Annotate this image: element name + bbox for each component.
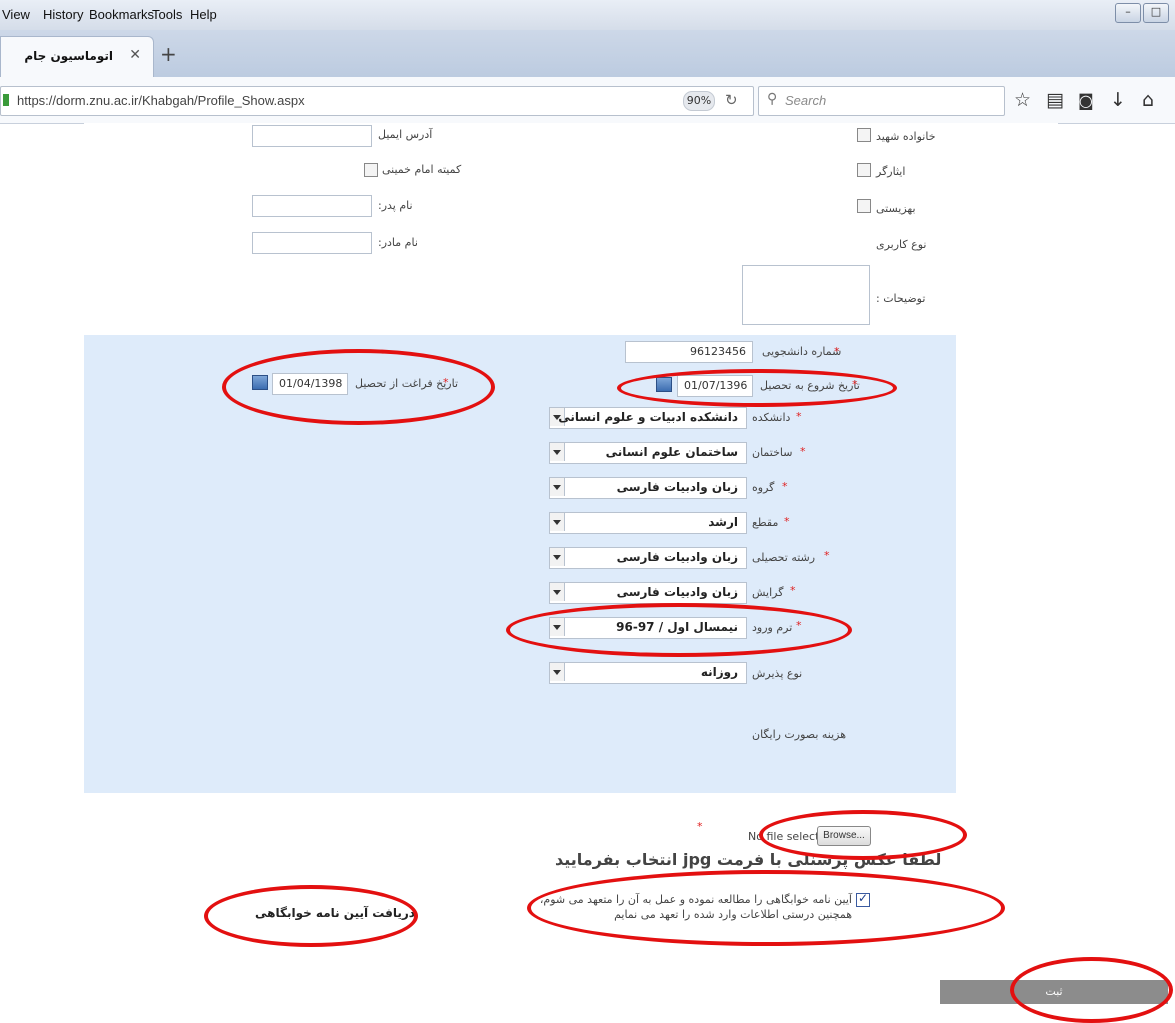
required-mark: * xyxy=(790,584,796,597)
new-tab-icon[interactable]: + xyxy=(160,42,177,66)
martyr-family-checkbox[interactable] xyxy=(857,128,871,142)
menu-view[interactable]: View xyxy=(2,7,30,22)
required-mark: * xyxy=(782,480,788,493)
menu-help[interactable]: Help xyxy=(190,7,217,22)
reload-icon[interactable]: ↻ xyxy=(725,91,738,109)
group-label: گروه xyxy=(752,481,775,494)
faculty-select[interactable]: دانشکده ادبیات و علوم انسانی xyxy=(549,407,747,429)
veteran-label: ایثارگر xyxy=(876,165,906,178)
zoom-indicator[interactable]: 90% xyxy=(683,91,715,111)
annotation-ellipse xyxy=(759,810,967,860)
home-icon[interactable]: ⌂ xyxy=(1142,89,1154,111)
search-input[interactable]: ⚲ Search xyxy=(758,86,1005,116)
tab-title: اتوماسیون جام xyxy=(24,49,113,63)
maximize-button[interactable]: □ xyxy=(1143,3,1169,23)
menu-bookmarks[interactable]: Bookmarks xyxy=(89,7,154,22)
building-label: ساختمان xyxy=(752,446,793,459)
faculty-label: دانشکده xyxy=(752,411,791,424)
url-text: https://dorm.znu.ac.ir/Khabgah/Profile_S… xyxy=(17,93,305,108)
fee-text: هزینه بصورت رایگان xyxy=(752,728,847,741)
major-select[interactable]: زبان وادبیات فارسی xyxy=(549,547,747,569)
building-select[interactable]: ساختمان علوم انسانی xyxy=(549,442,747,464)
level-select[interactable]: ارشد xyxy=(549,512,747,534)
required-mark: * xyxy=(697,820,703,833)
martyr-family-label: خانواده شهید xyxy=(876,130,936,143)
admission-type-label: نوع پذیرش xyxy=(752,667,803,680)
annotation-ellipse xyxy=(506,603,852,657)
mother-name-field[interactable] xyxy=(252,232,372,254)
group-select[interactable]: زبان وادبیات فارسی xyxy=(549,477,747,499)
student-number-label: شماره دانشجویی xyxy=(762,345,842,358)
father-name-field[interactable] xyxy=(252,195,372,217)
required-mark: * xyxy=(784,515,790,528)
required-mark: * xyxy=(796,410,802,423)
minimize-button[interactable]: – xyxy=(1115,3,1141,23)
description-textarea[interactable] xyxy=(742,265,870,325)
imam-committee-label: کمیته امام خمینی xyxy=(382,163,462,176)
user-type-label: نوع کاربری xyxy=(876,238,927,251)
veteran-checkbox[interactable] xyxy=(857,163,871,177)
download-icon[interactable]: ↓ xyxy=(1110,89,1126,111)
chevron-down-icon[interactable] xyxy=(550,513,565,531)
required-mark: * xyxy=(834,345,840,358)
window-controls: – □ xyxy=(1113,3,1169,23)
mother-name-label: نام مادر: xyxy=(378,236,418,249)
chevron-down-icon[interactable] xyxy=(550,443,565,461)
email-label: آدرس ایمیل xyxy=(378,128,433,141)
chevron-down-icon[interactable] xyxy=(550,663,565,681)
chevron-down-icon[interactable] xyxy=(550,548,565,566)
reading-list-icon[interactable]: ▤ xyxy=(1046,89,1064,111)
chevron-down-icon[interactable] xyxy=(550,478,565,496)
required-mark: * xyxy=(800,445,806,458)
menu-tools[interactable]: Tools xyxy=(152,7,182,22)
browser-tab[interactable]: اتوماسیون جام ✕ xyxy=(0,36,154,78)
chevron-down-icon[interactable] xyxy=(550,583,565,601)
description-label: توضیحات : xyxy=(876,292,926,305)
welfare-label: بهزیستی xyxy=(876,202,916,215)
level-label: مقطع xyxy=(752,516,779,529)
pocket-icon[interactable]: ◙ xyxy=(1078,91,1094,110)
major-label: رشته تحصیلی xyxy=(752,551,816,564)
annotation-ellipse xyxy=(1010,957,1173,1023)
admission-type-select[interactable]: روزانه xyxy=(549,662,747,684)
close-tab-icon[interactable]: ✕ xyxy=(129,47,141,63)
search-placeholder: Search xyxy=(785,93,827,108)
annotation-ellipse xyxy=(222,349,495,425)
father-name-label: نام پدر: xyxy=(378,199,413,212)
imam-committee-checkbox[interactable] xyxy=(364,163,378,177)
annotation-ellipse xyxy=(527,870,1005,946)
annotation-ellipse xyxy=(617,369,897,407)
bookmark-star-icon[interactable]: ☆ xyxy=(1014,89,1031,111)
specialization-select[interactable]: زبان وادبیات فارسی xyxy=(549,582,747,604)
email-field[interactable] xyxy=(252,125,372,147)
specialization-label: گرایش xyxy=(752,586,784,599)
secure-lock-icon xyxy=(3,94,9,106)
annotation-ellipse xyxy=(204,885,418,947)
required-mark: * xyxy=(824,549,830,562)
student-number-field[interactable]: 96123456 xyxy=(625,341,753,363)
address-bar[interactable]: https://dorm.znu.ac.ir/Khabgah/Profile_S… xyxy=(0,86,754,116)
menu-history[interactable]: History xyxy=(43,7,83,22)
search-icon: ⚲ xyxy=(767,91,778,107)
welfare-checkbox[interactable] xyxy=(857,199,871,213)
